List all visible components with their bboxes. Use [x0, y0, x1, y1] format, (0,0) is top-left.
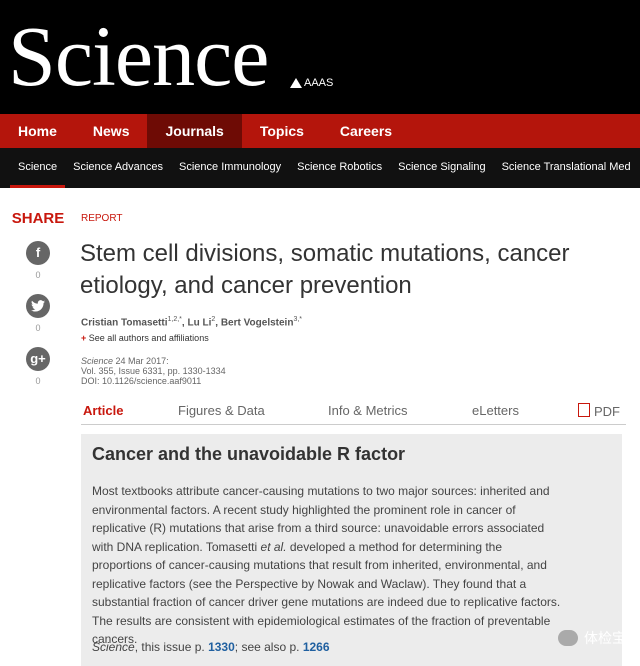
subnav-science-immunology[interactable]: Science Immunology: [171, 148, 289, 188]
tab-info-metrics[interactable]: Info & Metrics: [328, 403, 407, 418]
article-type: REPORT: [81, 213, 123, 224]
googleplus-count: 0: [35, 376, 41, 386]
see-all-label: See all authors and affiliations: [88, 333, 209, 343]
journal-subnav: Science Science Advances Science Immunol…: [0, 148, 640, 188]
article-tabs: Article Figures & Data Info & Metrics eL…: [81, 398, 626, 425]
share-title: SHARE: [11, 210, 65, 227]
main-nav: Home News Journals Topics Careers: [0, 114, 640, 148]
summary-footer: Science, this issue p. 1330; see also p.…: [92, 640, 330, 654]
nav-topics[interactable]: Topics: [242, 114, 322, 148]
watermark-text: 体检宝: [584, 630, 626, 646]
article-title: Stem cell divisions, somatic mutations, …: [80, 240, 570, 299]
author-name[interactable]: Cristian Tomasetti: [81, 317, 168, 328]
tab-pdf[interactable]: PDF: [578, 403, 620, 419]
issue-page-link[interactable]: 1330: [208, 640, 235, 654]
summary-footer-text: , this issue p.: [134, 640, 209, 654]
tab-figures-data[interactable]: Figures & Data: [178, 403, 265, 418]
subnav-science-signaling[interactable]: Science Signaling: [390, 148, 493, 188]
tab-article[interactable]: Article: [83, 403, 123, 418]
summary-text-italic: et al.: [260, 539, 287, 554]
share-panel: SHARE f 0 0 g+ 0: [0, 210, 76, 400]
wechat-icon: [558, 630, 578, 646]
author-list: Cristian Tomasetti1,2,*, Lu Li2, Bert Vo…: [81, 316, 302, 329]
citation-meta: Science 24 Mar 2017: Vol. 355, Issue 633…: [81, 356, 226, 386]
summary-footer-text2: ; see also p.: [234, 640, 303, 654]
volume-info: Vol. 355, Issue 6331, pp. 1330-1334: [81, 366, 226, 376]
plus-icon: +: [81, 333, 87, 343]
summary-journal: Science: [92, 640, 135, 654]
nav-home[interactable]: Home: [0, 114, 75, 148]
facebook-count: 0: [35, 270, 41, 280]
aaas-label: AAAS: [304, 77, 334, 89]
pdf-icon: [578, 403, 590, 417]
twitter-count: 0: [35, 323, 41, 333]
subnav-science-advances[interactable]: Science Advances: [65, 148, 171, 188]
twitter-icon[interactable]: [26, 294, 50, 318]
author-affiliation-marker: 1,2,*: [167, 316, 182, 323]
facebook-icon[interactable]: f: [26, 241, 50, 265]
tab-eletters[interactable]: eLetters: [472, 403, 519, 418]
author-name[interactable]: Bert Vogelstein: [221, 317, 294, 328]
wechat-watermark: 体检宝: [558, 628, 626, 648]
aaas-triangle-icon: [290, 78, 302, 88]
author-affiliation-marker: 2: [211, 316, 216, 323]
publish-date: 24 Mar 2017:: [115, 356, 169, 366]
editor-summary: Cancer and the unavoidable R factor Most…: [81, 434, 622, 666]
subnav-science-robotics[interactable]: Science Robotics: [289, 148, 390, 188]
science-logo[interactable]: Science: [8, 2, 269, 110]
subnav-science[interactable]: Science: [10, 148, 66, 188]
author-affiliation-marker: 3,*: [293, 316, 302, 323]
aaas-logo[interactable]: AAAS: [290, 77, 333, 89]
nav-journals[interactable]: Journals: [147, 114, 242, 148]
journal-name: Science: [81, 356, 114, 366]
nav-news[interactable]: News: [75, 114, 148, 148]
author-name[interactable]: Lu Li: [187, 317, 211, 328]
summary-text-part2: developed a method for determining the p…: [92, 539, 561, 647]
tab-pdf-label: PDF: [594, 404, 620, 419]
summary-title: Cancer and the unavoidable R factor: [92, 444, 406, 464]
summary-body: Most textbooks attribute cancer-causing …: [92, 482, 562, 649]
masthead: Science AAAS: [0, 0, 640, 114]
subnav-science-translational-med[interactable]: Science Translational Med: [494, 148, 639, 188]
see-all-affiliations-link[interactable]: + See all authors and affiliations: [81, 333, 209, 343]
perspective-page-link[interactable]: 1266: [303, 640, 330, 654]
googleplus-icon[interactable]: g+: [26, 347, 50, 371]
nav-careers[interactable]: Careers: [322, 114, 410, 148]
doi: DOI: 10.1126/science.aaf9011: [81, 376, 202, 386]
